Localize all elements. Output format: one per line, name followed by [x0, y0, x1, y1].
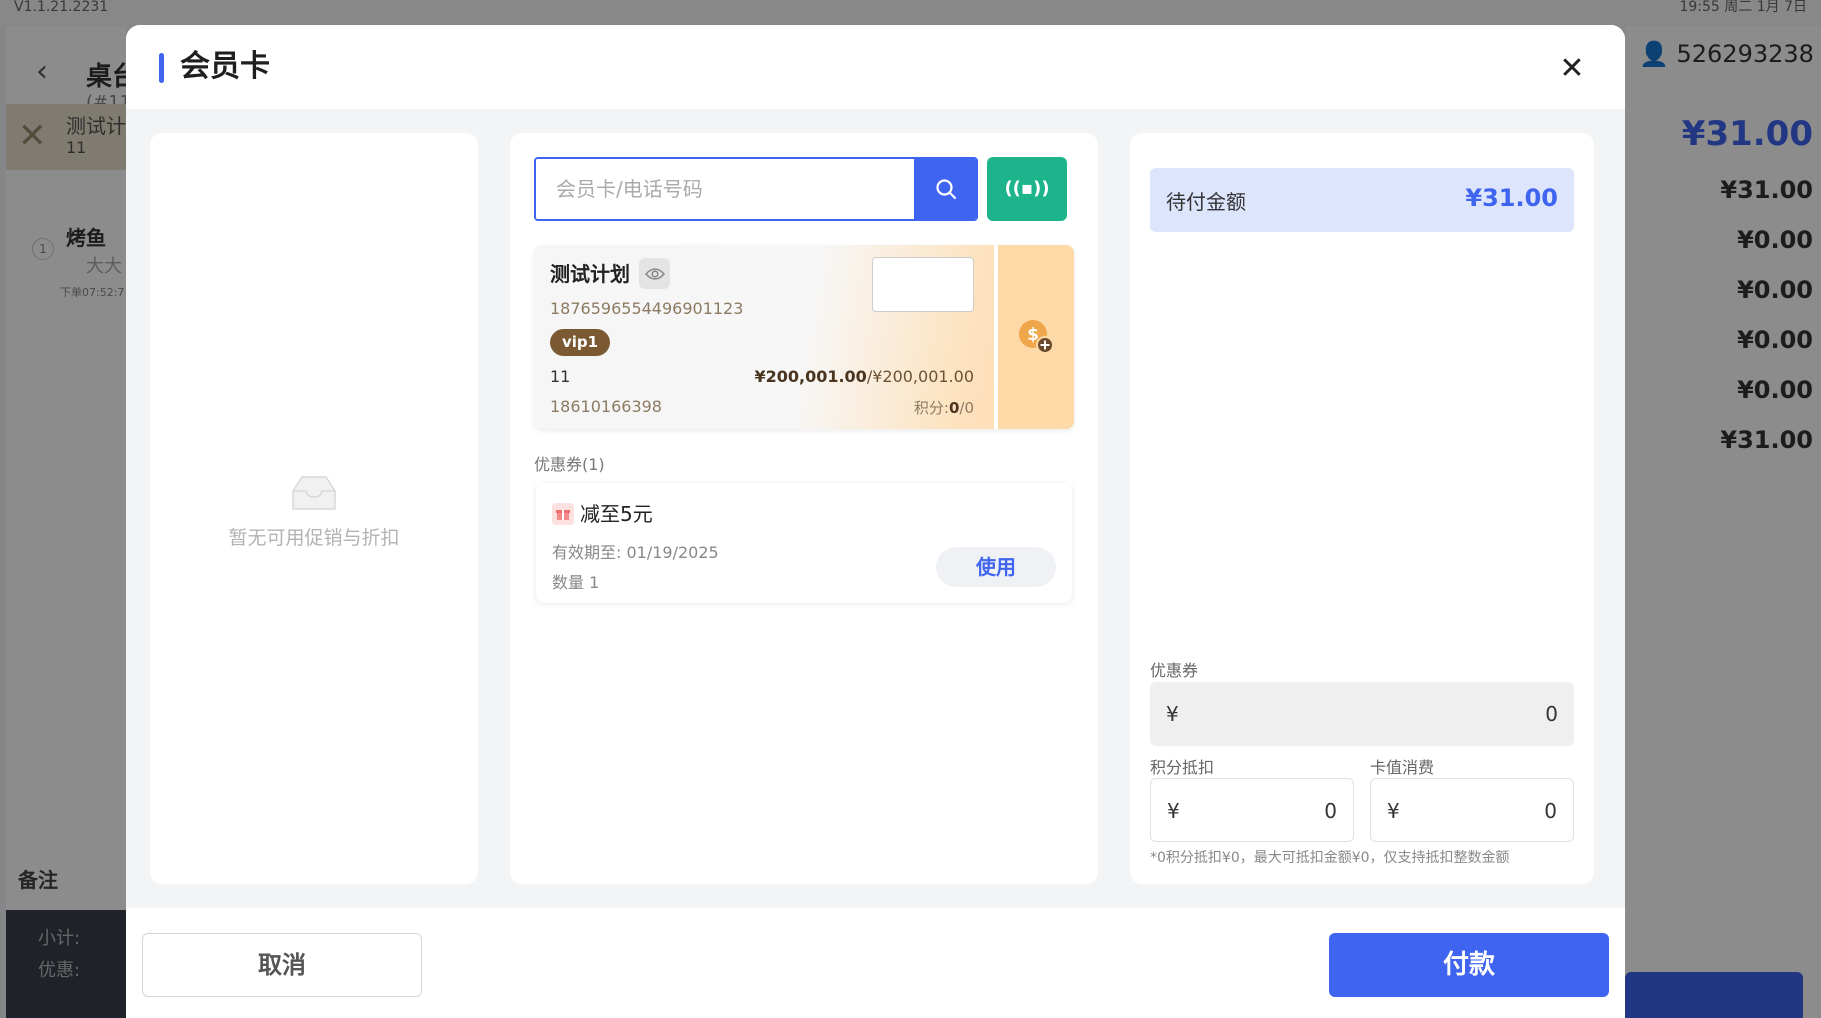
- nfc-icon: ((▪)): [1004, 178, 1050, 199]
- balance-total: /¥200,001.00: [866, 367, 974, 386]
- member-card-number: 1876596554496901123: [550, 299, 744, 318]
- amount-due-value: ¥31.00: [1465, 184, 1558, 212]
- member-panel: ((▪)) 测试计划 1876596554496901123 vip1 11 1…: [510, 133, 1098, 884]
- dialog-title: 会员卡: [180, 49, 270, 84]
- balance-current: ¥200,001.00: [754, 367, 867, 386]
- empty-inbox-icon: [292, 476, 336, 510]
- empty-promotions-text: 暂无可用促销与折扣: [228, 527, 400, 549]
- search-button[interactable]: [914, 159, 976, 219]
- coupon-expiry: 有效期至: 01/19/2025: [552, 543, 719, 562]
- coupon-deduction-field: ¥ 0: [1150, 682, 1574, 746]
- recharge-coin-icon: $: [1019, 320, 1054, 354]
- pay-button[interactable]: 付款: [1329, 933, 1609, 997]
- amount-due-box: 待付金额 ¥31.00: [1150, 168, 1574, 232]
- member-phone: 18610166398: [550, 397, 662, 416]
- close-icon[interactable]: ✕: [1554, 51, 1590, 87]
- payment-panel: 待付金额 ¥31.00 优惠券 ¥ 0 积分抵扣 ¥ 0 卡值消费 ¥ 0 *0…: [1130, 133, 1594, 884]
- member-balance: ¥200,001.00/¥200,001.00: [754, 367, 974, 386]
- card-balance-currency: ¥: [1387, 799, 1400, 823]
- member-search-box: [534, 157, 978, 221]
- points-total: /0: [959, 399, 974, 417]
- dialog-header: 会员卡 ✕: [126, 25, 1625, 109]
- points-deduction-hint: *0积分抵扣¥0，最大可抵扣金额¥0，仅支持抵扣整数金额: [1150, 850, 1510, 866]
- coupon-deduction-currency: ¥: [1166, 702, 1179, 726]
- points-deduction-value: 0: [1324, 799, 1337, 823]
- member-name: 11: [550, 367, 571, 386]
- amount-due-label: 待付金额: [1166, 190, 1246, 214]
- dialog-footer: 取消 付款: [126, 908, 1625, 1018]
- coupon-section-title: 优惠券(1): [534, 455, 605, 474]
- points-deduction-input[interactable]: ¥ 0: [1150, 778, 1354, 842]
- member-level-badge: vip1: [550, 329, 611, 356]
- card-image-icon: [872, 257, 974, 312]
- member-card[interactable]: 测试计划 1876596554496901123 vip1 11 1861016…: [534, 245, 1074, 429]
- points-deduction-label: 积分抵扣: [1150, 758, 1215, 777]
- coupon-deduction-value: 0: [1545, 702, 1558, 726]
- promotions-panel: 暂无可用促销与折扣: [150, 133, 478, 884]
- member-search-input[interactable]: [536, 159, 914, 219]
- coupon-name: 减至5元: [580, 502, 653, 526]
- card-balance-value: 0: [1544, 799, 1557, 823]
- points-deduction-currency: ¥: [1167, 799, 1180, 823]
- coupon-quantity: 数量 1: [552, 573, 600, 592]
- card-balance-input[interactable]: ¥ 0: [1370, 778, 1574, 842]
- eye-icon[interactable]: [639, 258, 670, 289]
- card-balance-label: 卡值消费: [1370, 758, 1435, 777]
- member-card-name: 测试计划: [550, 262, 630, 286]
- recharge-button[interactable]: $: [994, 245, 1074, 429]
- gift-icon: [552, 503, 574, 525]
- coupon-item: 减至5元 有效期至: 01/19/2025 数量 1 使用: [536, 483, 1072, 603]
- member-points: 积分:0/0: [914, 397, 974, 418]
- search-icon: [936, 179, 957, 200]
- nfc-read-button[interactable]: ((▪)): [987, 157, 1067, 221]
- coupon-deduction-label: 优惠券: [1150, 661, 1199, 680]
- cancel-button[interactable]: 取消: [142, 933, 422, 997]
- points-value: 0: [948, 399, 960, 417]
- member-card-dialog: 会员卡 ✕ 暂无可用促销与折扣 ((▪)) 测试计划: [126, 25, 1625, 1018]
- title-accent-bar: [159, 53, 164, 83]
- use-coupon-button[interactable]: 使用: [936, 547, 1056, 587]
- points-label: 积分:: [913, 399, 949, 417]
